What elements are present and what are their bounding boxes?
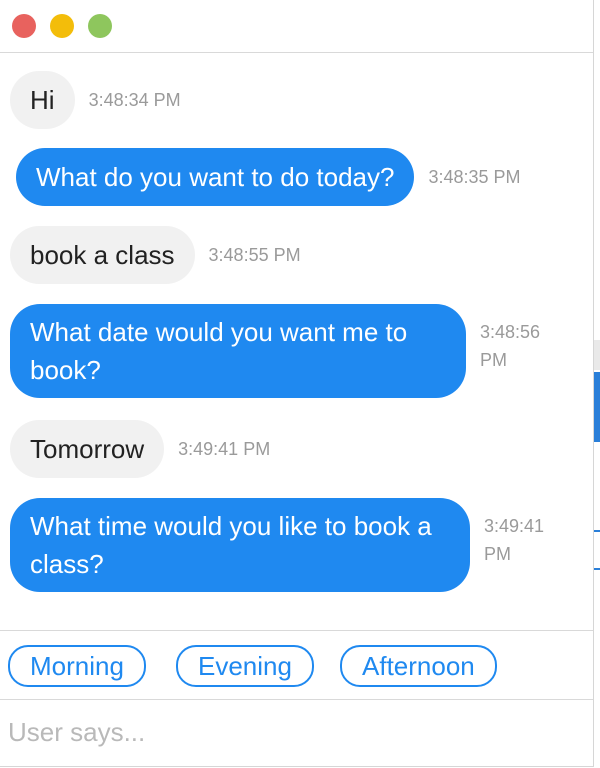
zoom-window-button[interactable] bbox=[88, 14, 112, 38]
message-row: Hi 3:48:34 PM bbox=[10, 71, 181, 129]
background-window-edge bbox=[594, 372, 600, 442]
user-message-bubble: Tomorrow bbox=[10, 420, 165, 478]
background-window-edge bbox=[594, 340, 600, 370]
message-row: book a class 3:48:55 PM bbox=[10, 226, 301, 284]
user-message-bubble: book a class bbox=[10, 226, 195, 284]
background-window-edge bbox=[594, 530, 600, 570]
quick-reply-evening[interactable]: Evening bbox=[176, 645, 314, 687]
quick-reply-morning[interactable]: Morning bbox=[8, 645, 146, 687]
bot-message-bubble: What time would you like to book a class… bbox=[10, 498, 470, 592]
quick-replies-bar: Morning Evening Afternoon bbox=[0, 630, 593, 700]
message-list: Hi 3:48:34 PM What do you want to do tod… bbox=[0, 53, 593, 630]
title-bar bbox=[0, 0, 593, 53]
bot-message-bubble: What do you want to do today? bbox=[16, 148, 415, 206]
message-timestamp: 3:49:41 PM bbox=[178, 439, 271, 459]
close-window-button[interactable] bbox=[12, 14, 36, 38]
message-row: Tomorrow 3:49:41 PM bbox=[10, 420, 270, 478]
message-row: What time would you like to book a class… bbox=[10, 498, 564, 592]
message-timestamp: 3:48:55 PM bbox=[208, 245, 301, 265]
message-composer bbox=[0, 700, 593, 766]
user-message-bubble: Hi bbox=[10, 71, 75, 129]
message-row: What do you want to do today? 3:48:35 PM bbox=[16, 148, 521, 206]
chat-window: Hi 3:48:34 PM What do you want to do tod… bbox=[0, 0, 594, 767]
message-input[interactable] bbox=[8, 712, 578, 752]
message-timestamp: 3:48:35 PM bbox=[428, 167, 521, 187]
message-row: What date would you want me to book? 3:4… bbox=[10, 304, 560, 398]
message-timestamp: 3:48:56 PM bbox=[480, 322, 541, 370]
quick-reply-afternoon[interactable]: Afternoon bbox=[340, 645, 497, 687]
bot-message-bubble: What date would you want me to book? bbox=[10, 304, 466, 398]
message-timestamp: 3:48:34 PM bbox=[88, 90, 181, 110]
minimize-window-button[interactable] bbox=[50, 14, 74, 38]
message-timestamp: 3:49:41 PM bbox=[484, 516, 545, 564]
